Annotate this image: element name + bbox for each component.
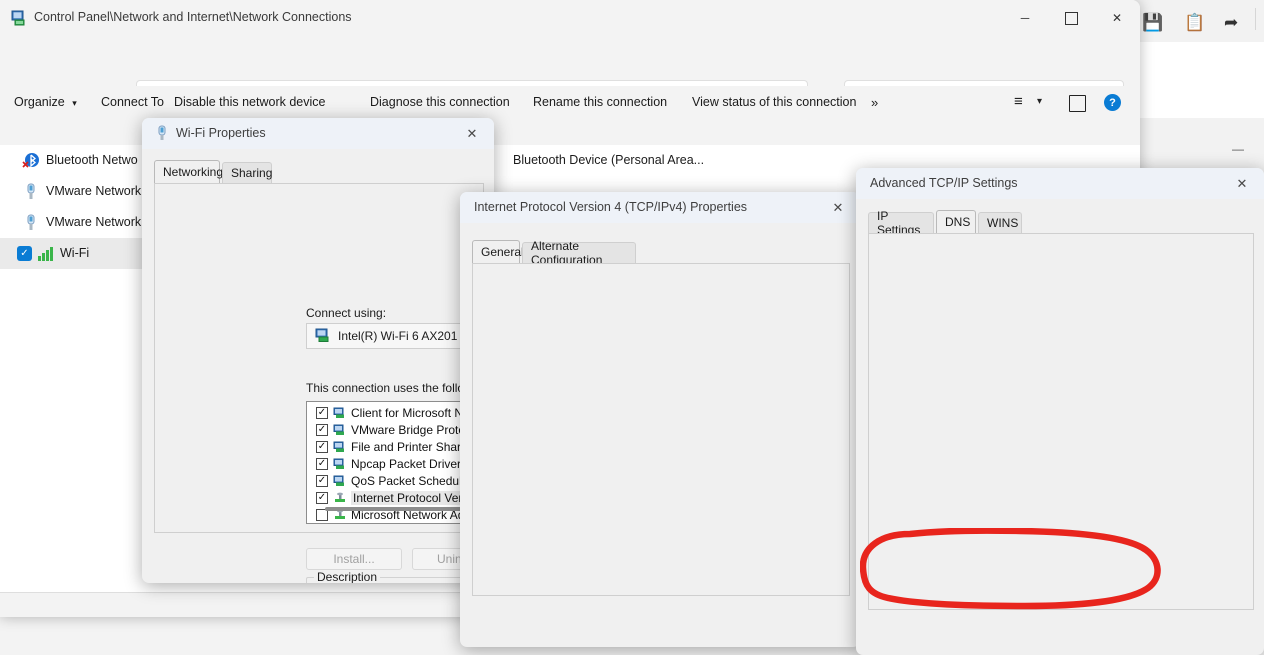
row-selected-checkbox[interactable]: ✓ — [17, 246, 32, 261]
connect-to-button[interactable]: Connect To — [101, 95, 164, 109]
item-checkbox[interactable]: ✓ — [316, 407, 328, 419]
description-legend: Description — [314, 570, 381, 583]
organize-label: Organize — [14, 95, 65, 109]
view-chevron-down-icon[interactable]: ▾ — [1037, 96, 1042, 107]
protocol-icon — [335, 492, 345, 502]
item-checkbox[interactable]: ✓ — [316, 441, 328, 453]
tab-wins[interactable]: WINS — [978, 212, 1022, 233]
minimize-icon[interactable]: — — [1232, 142, 1244, 156]
more-commands-button[interactable]: » — [871, 95, 878, 110]
advanced-tcpip-settings-dialog: Advanced TCP/IP Settings ✕ IP Settings D… — [856, 168, 1264, 655]
address-bar-row: ← → ⌄ ↑ › Control Panel › Network and In… — [0, 36, 1140, 112]
tab-dns[interactable]: DNS — [936, 210, 976, 233]
row-device-name: Bluetooth Device (Personal Area... — [513, 153, 705, 167]
item-label: QoS Packet Scheduler — [351, 474, 473, 488]
close-button[interactable]: ✕ — [1220, 168, 1264, 199]
item-checkbox[interactable]: ✓ — [316, 492, 328, 504]
adapter-icon — [315, 328, 329, 342]
protocol-icon — [333, 407, 344, 418]
dialog-title: Advanced TCP/IP Settings — [870, 176, 1018, 190]
install-button[interactable]: Install... — [306, 548, 402, 570]
window-title: Control Panel\Network and Internet\Netwo… — [34, 10, 352, 24]
wifi-signal-icon — [38, 247, 53, 261]
background-window-content-top — [1128, 42, 1264, 119]
dialog-title: Internet Protocol Version 4 (TCP/IPv4) P… — [474, 200, 748, 214]
dns-tab-pane — [868, 233, 1254, 610]
background-window-toolbar-top: 💾 📋 ➦ — [1128, 0, 1264, 43]
close-button[interactable]: ✕ — [450, 118, 494, 149]
tab-general[interactable]: General — [472, 240, 524, 263]
network-adapter-icon — [27, 214, 35, 230]
network-adapter-icon — [158, 125, 166, 140]
row-name: VMware Network — [46, 184, 142, 198]
general-tab-pane — [472, 263, 850, 596]
help-icon[interactable]: ? — [1104, 94, 1121, 111]
tab-networking[interactable]: Networking — [154, 160, 223, 183]
tab-alternate-configuration[interactable]: Alternate Configuration — [522, 239, 636, 267]
close-button[interactable]: ✕ — [816, 192, 860, 223]
row-name: Wi-Fi — [60, 246, 90, 260]
copy-icon[interactable]: 📋 — [1184, 14, 1205, 31]
protocol-icon — [333, 441, 344, 452]
toolbar-divider — [1255, 8, 1256, 30]
dialog-title: Wi-Fi Properties — [176, 126, 266, 140]
item-checkbox[interactable]: ✓ — [316, 458, 328, 470]
view-status-button[interactable]: View status of this connection — [692, 95, 856, 109]
window-titlebar: Control Panel\Network and Internet\Netwo… — [0, 0, 1140, 36]
disable-device-button[interactable]: Disable this network device — [174, 95, 325, 109]
tab-ip-settings[interactable]: IP Settings — [868, 209, 934, 237]
close-button[interactable]: ✕ — [1094, 0, 1140, 36]
diagnose-connection-button[interactable]: Diagnose this connection — [370, 95, 510, 109]
protocol-icon — [333, 424, 344, 435]
save-icon[interactable]: 💾 — [1142, 14, 1163, 31]
bluetooth-icon — [22, 153, 39, 168]
share-icon[interactable]: ➦ — [1224, 14, 1238, 31]
item-checkbox[interactable]: ✓ — [316, 475, 328, 487]
maximize-button[interactable] — [1048, 0, 1094, 36]
network-connections-icon — [11, 10, 25, 26]
preview-pane-icon[interactable] — [1069, 95, 1086, 112]
organize-button[interactable]: Organize ▾ — [14, 95, 77, 109]
rename-connection-button[interactable]: Rename this connection — [533, 95, 667, 109]
view-menu-icon[interactable]: ≡ — [1014, 93, 1023, 110]
chevron-down-icon: ▾ — [72, 98, 77, 108]
tcpipv4-properties-dialog: Internet Protocol Version 4 (TCP/IPv4) P… — [460, 192, 860, 647]
tab-sharing[interactable]: Sharing — [222, 162, 272, 183]
protocol-icon — [333, 475, 344, 486]
minimize-button[interactable]: ─ — [1002, 0, 1048, 36]
connect-using-label: Connect using: — [306, 306, 387, 320]
row-name: Bluetooth Netwo — [46, 153, 138, 167]
item-checkbox[interactable]: ✓ — [316, 424, 328, 436]
wifi-properties-dialog: Wi-Fi Properties ✕ Networking Sharing Co… — [142, 118, 494, 583]
protocol-icon — [333, 458, 344, 469]
network-adapter-icon — [27, 183, 35, 199]
row-name: VMware Network — [46, 215, 142, 229]
